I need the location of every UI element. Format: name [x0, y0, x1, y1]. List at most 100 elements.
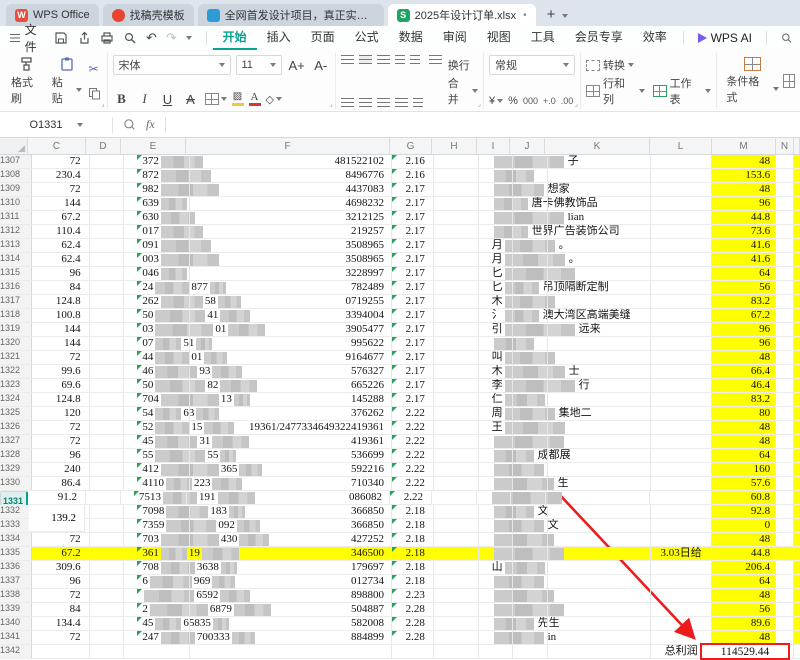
cell-H1309[interactable] — [434, 183, 479, 196]
cell-N1310[interactable] — [776, 197, 795, 210]
select-all-corner[interactable] — [0, 138, 28, 154]
cell-M1308[interactable]: 153.6 — [712, 169, 777, 182]
cell-C1338[interactable]: 72 — [32, 589, 90, 602]
print-icon[interactable] — [100, 31, 114, 45]
cell-D1317[interactable] — [90, 295, 125, 308]
worksheet-button[interactable]: 工作表 — [652, 75, 712, 107]
cell-N1328[interactable] — [776, 449, 795, 462]
underline-button[interactable]: U — [159, 92, 177, 107]
column-header-I[interactable]: I — [477, 138, 510, 154]
cell-M1319[interactable]: 96 — [712, 323, 777, 336]
cell-M1322[interactable]: 66.4 — [712, 365, 777, 378]
borders-button[interactable] — [204, 93, 227, 105]
row-header-1337[interactable]: 1337 — [0, 575, 32, 588]
cell-C1319[interactable]: 144 — [32, 323, 90, 336]
cell-D1316[interactable] — [90, 281, 125, 294]
cell-L1330[interactable] — [651, 477, 713, 490]
column-header-N[interactable]: N — [776, 138, 794, 154]
cell-O1328[interactable] — [794, 449, 800, 462]
cell-L1313[interactable] — [651, 239, 713, 252]
cell-H1324[interactable] — [434, 393, 479, 406]
cell-N1320[interactable] — [776, 337, 795, 350]
cell-C1330[interactable]: 86.4 — [32, 477, 90, 490]
cell-D1326[interactable] — [90, 421, 125, 434]
document-tab[interactable]: W WPS Office — [6, 4, 99, 26]
cell-M1311[interactable]: 44.8 — [712, 211, 777, 224]
cell-N1327[interactable] — [776, 435, 795, 448]
cell-O1334[interactable] — [794, 533, 800, 546]
row-header-1336[interactable]: 1336 — [0, 561, 32, 574]
cell-C1326[interactable]: 72 — [32, 421, 90, 434]
cell-C1320[interactable]: 144 — [32, 337, 90, 350]
cell-EF1322[interactable]: 46 93 576327 — [124, 365, 393, 378]
cell-M1331[interactable]: 60.8 — [712, 491, 776, 504]
cell-H1317[interactable] — [434, 295, 479, 308]
row-header-1311[interactable]: 1311 — [0, 211, 32, 224]
cell-N1337[interactable] — [776, 575, 795, 588]
cell-IJK1318[interactable]: 氵澳大湾区高端美缝 — [479, 309, 651, 322]
cell-H1325[interactable] — [434, 407, 479, 420]
cell-IJK1312[interactable]: 世界广告装饰公司 — [479, 225, 651, 238]
cell-N1316[interactable] — [776, 281, 795, 294]
cell-L1325[interactable] — [651, 407, 713, 420]
cell-G1308[interactable]: 2.16 — [392, 169, 434, 182]
cell-IJK1307[interactable]: 子 — [479, 155, 651, 168]
save-icon[interactable] — [54, 31, 68, 45]
cell-H1318[interactable] — [434, 309, 479, 322]
cell-H1332[interactable] — [434, 505, 479, 518]
cell-H1334[interactable] — [434, 533, 479, 546]
cell-IJK1321[interactable]: 叫 — [479, 351, 651, 364]
cell-M1337[interactable]: 64 — [712, 575, 777, 588]
cell-G1322[interactable]: 2.17 — [392, 365, 434, 378]
cell-G1341[interactable]: 2.28 — [392, 631, 434, 644]
cell-G1332[interactable]: 2.18 — [392, 505, 434, 518]
cell-L1322[interactable] — [651, 365, 713, 378]
cell-L1337[interactable] — [651, 575, 713, 588]
cell-N1312[interactable] — [776, 225, 795, 238]
decrease-decimal-button[interactable]: .00 — [561, 96, 574, 106]
cell-M1327[interactable]: 48 — [712, 435, 777, 448]
ribbon-tab-审阅[interactable]: 审阅 — [433, 26, 477, 50]
cell-G1338[interactable]: 2.23 — [392, 589, 434, 602]
cell-H1333[interactable] — [434, 519, 479, 532]
cell-L1336[interactable] — [651, 561, 713, 574]
align-top-icon[interactable] — [340, 55, 354, 64]
cell-C1329[interactable]: 240 — [32, 463, 90, 476]
cell-EF1321[interactable]: 44 01 9164677 — [124, 351, 393, 364]
total-profit-value[interactable]: 114529.44 — [700, 643, 790, 660]
cell-M1336[interactable]: 206.4 — [712, 561, 777, 574]
cell-G1310[interactable]: 2.17 — [392, 197, 434, 210]
align-left-icon[interactable] — [340, 98, 354, 107]
cell-O1316[interactable] — [794, 281, 800, 294]
cell-H1340[interactable] — [434, 617, 479, 630]
cell-EF1310[interactable]: 639 4698232 — [124, 197, 393, 210]
cell-O1325[interactable] — [794, 407, 800, 420]
font-color-button[interactable]: A — [248, 92, 261, 106]
row-header-1312[interactable]: 1312 — [0, 225, 32, 238]
cell-L1314[interactable] — [651, 253, 713, 266]
row-header-1323[interactable]: 1323 — [0, 379, 32, 392]
cell-M1315[interactable]: 64 — [712, 267, 777, 280]
row-header-1317[interactable]: 1317 — [0, 295, 32, 308]
cell-IJK1329[interactable] — [479, 463, 651, 476]
cell-D1331[interactable] — [86, 491, 121, 504]
cell-D1308[interactable] — [90, 169, 125, 182]
row-header-1308[interactable]: 1308 — [0, 169, 32, 182]
column-header-K[interactable]: K — [545, 138, 650, 154]
cell-H1312[interactable] — [434, 225, 479, 238]
cell-IJK1327[interactable] — [479, 435, 651, 448]
cell-G1313[interactable]: 2.17 — [392, 239, 434, 252]
cell-M1309[interactable]: 48 — [712, 183, 777, 196]
cell-D1332[interactable] — [90, 505, 125, 518]
cell-G1335[interactable]: 2.18 — [392, 547, 434, 560]
cell-M1334[interactable]: 48 — [712, 533, 777, 546]
row-header-1313[interactable]: 1313 — [0, 239, 32, 252]
cell-N1334[interactable] — [776, 533, 795, 546]
cell-IJK1325[interactable]: 周集地二 — [479, 407, 651, 420]
cell-N1340[interactable] — [776, 617, 795, 630]
cell-D1330[interactable] — [90, 477, 125, 490]
cell-C1315[interactable]: 96 — [32, 267, 90, 280]
cell-N1317[interactable] — [776, 295, 795, 308]
cell-EF1323[interactable]: 50 82 665226 — [124, 379, 393, 392]
bold-button[interactable]: B — [113, 91, 131, 107]
